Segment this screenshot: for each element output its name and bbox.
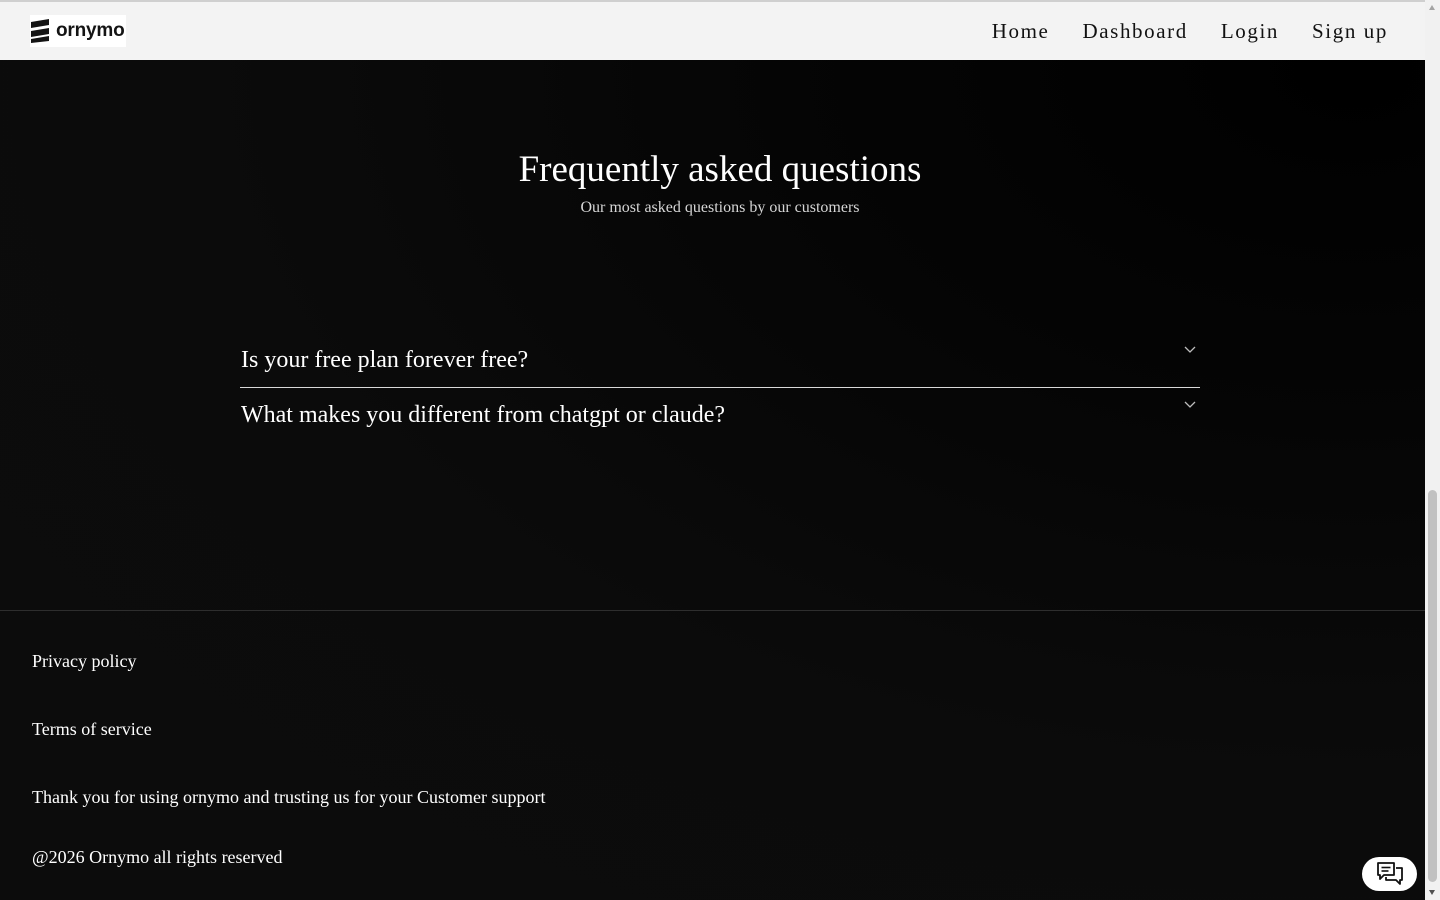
terms-of-service-link[interactable]: Terms of service [32,719,152,740]
footer-divider [0,610,1425,611]
copyright-text: @2026 Ornymo all rights reserved [32,847,283,867]
brand-name: ornymo [56,20,125,41]
faq-item-difference[interactable]: What makes you different from chatgpt or… [240,388,1200,443]
ornymo-logo-icon [31,19,49,43]
page-scrollbar[interactable] [1425,0,1440,900]
privacy-policy-link[interactable]: Privacy policy [32,651,136,672]
brand-logo[interactable]: ornymo [30,15,127,47]
faq-list: Is your free plan forever free? What mak… [240,333,1200,443]
faq-subtitle: Our most asked questions by our customer… [580,199,860,216]
faq-item-free-plan[interactable]: Is your free plan forever free? [240,333,1200,388]
page: ornymo Home Dashboard Login Sign up Freq… [0,0,1425,900]
footer-thanks-text: Thank you for using ornymo and trusting … [32,787,546,807]
chat-bubbles-icon [1376,862,1403,885]
nav-login-link[interactable]: Login [1221,19,1279,44]
scroll-down-arrow-icon[interactable] [1429,890,1435,895]
navbar: ornymo Home Dashboard Login Sign up [0,0,1425,60]
faq-title: Frequently asked questions [518,149,922,190]
scroll-up-arrow-icon[interactable] [1429,5,1435,10]
scroll-thumb[interactable] [1428,490,1437,882]
nav-dashboard-link[interactable]: Dashboard [1082,19,1187,44]
nav-links: Home Dashboard Login Sign up [992,19,1388,44]
nav-home-link[interactable]: Home [992,19,1050,44]
faq-question: Is your free plan forever free? [241,346,529,373]
chevron-down-icon[interactable] [1184,401,1196,409]
chevron-down-icon[interactable] [1184,346,1196,354]
chat-support-button[interactable] [1362,857,1417,891]
nav-signup-link[interactable]: Sign up [1312,19,1388,44]
faq-question: What makes you different from chatgpt or… [241,402,726,428]
